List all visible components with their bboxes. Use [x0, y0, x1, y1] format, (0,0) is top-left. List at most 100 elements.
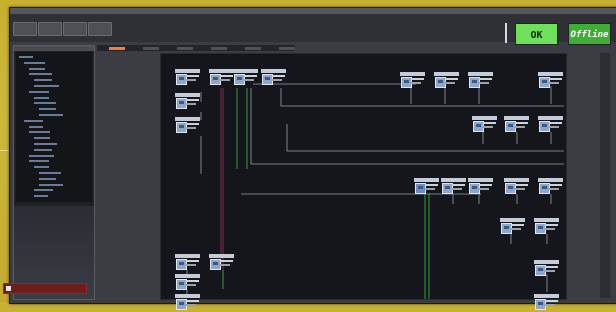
- toolbar-button-2[interactable]: [38, 22, 62, 36]
- node-header: [538, 72, 563, 76]
- sidebar-bottom-tab[interactable]: [3, 283, 87, 294]
- sidebar-header: [14, 46, 94, 51]
- tab-5[interactable]: [245, 47, 261, 50]
- sidebar-panel: [13, 45, 95, 300]
- tree-item[interactable]: [29, 160, 49, 163]
- node-label: [220, 75, 233, 77]
- node-sublabel: [220, 79, 230, 81]
- tab-icon: [6, 286, 11, 291]
- toolbar: OK Offline: [10, 14, 616, 45]
- tree-item[interactable]: [34, 143, 57, 145]
- node-sublabel: [411, 82, 421, 84]
- node-header: [400, 72, 425, 76]
- tree-item[interactable]: [34, 195, 48, 198]
- device-node[interactable]: [504, 116, 529, 134]
- node-sublabel: [244, 79, 254, 81]
- network-diagram-canvas[interactable]: [160, 53, 567, 310]
- node-header: [504, 178, 529, 182]
- status-indicator-secondary: Offline: [568, 23, 611, 45]
- tree-item[interactable]: [29, 154, 54, 157]
- node-sublabel: [272, 79, 282, 81]
- device-node[interactable]: [472, 116, 497, 134]
- toolbar-button-3[interactable]: [63, 22, 87, 36]
- tree-item[interactable]: [24, 61, 45, 64]
- node-label: [511, 224, 524, 226]
- node-header: [468, 178, 493, 182]
- node-header: [209, 69, 234, 73]
- device-node[interactable]: [504, 178, 529, 196]
- device-node[interactable]: [175, 254, 200, 272]
- tree-item[interactable]: [39, 177, 56, 180]
- tree-item[interactable]: [39, 183, 63, 186]
- node-label: [545, 266, 558, 268]
- device-node[interactable]: [500, 218, 525, 236]
- tree-item[interactable]: [34, 96, 49, 99]
- device-node[interactable]: [434, 72, 459, 90]
- node-label: [452, 184, 465, 186]
- node-header: [538, 116, 563, 120]
- tab-3[interactable]: [177, 47, 193, 50]
- device-node[interactable]: [538, 178, 563, 196]
- tree-item[interactable]: [39, 114, 63, 116]
- device-node[interactable]: [468, 178, 493, 196]
- tree-item[interactable]: [34, 148, 52, 151]
- device-node[interactable]: [534, 218, 559, 236]
- node-label: [272, 75, 285, 77]
- tree-item[interactable]: [34, 137, 50, 140]
- device-node[interactable]: [538, 72, 563, 90]
- node-sublabel: [186, 264, 196, 266]
- node-label: [479, 184, 492, 186]
- device-node[interactable]: [175, 93, 200, 111]
- node-sublabel: [220, 264, 230, 266]
- tab-6[interactable]: [279, 47, 295, 50]
- toolbar-button-4[interactable]: [88, 22, 112, 36]
- device-node[interactable]: [441, 178, 466, 196]
- tree-item[interactable]: [34, 166, 49, 169]
- device-node[interactable]: [414, 178, 439, 196]
- status-secondary-value: Offline: [570, 30, 609, 40]
- device-node[interactable]: [468, 72, 493, 90]
- tree-item[interactable]: [29, 67, 45, 70]
- device-node[interactable]: [261, 69, 286, 87]
- tree-item[interactable]: [29, 90, 49, 93]
- device-node[interactable]: [538, 116, 563, 134]
- node-label: [483, 122, 496, 124]
- document-tabs: [97, 45, 295, 51]
- node-header: [472, 116, 497, 120]
- device-node[interactable]: [209, 69, 234, 87]
- device-node[interactable]: [534, 294, 559, 312]
- tab-1[interactable]: [109, 47, 125, 50]
- device-node[interactable]: [175, 117, 200, 135]
- node-sublabel: [186, 127, 196, 129]
- right-scroll-area[interactable]: [600, 53, 610, 298]
- tree-item[interactable]: [24, 119, 43, 122]
- node-sublabel: [186, 79, 196, 81]
- toolbar-button-1[interactable]: [13, 22, 37, 36]
- node-sublabel: [425, 188, 435, 190]
- device-node[interactable]: [175, 274, 200, 292]
- tree-item[interactable]: [34, 79, 52, 82]
- node-sublabel: [483, 126, 493, 128]
- device-node[interactable]: [175, 294, 200, 312]
- tree-item[interactable]: [29, 73, 52, 76]
- device-node[interactable]: [209, 254, 234, 272]
- device-node[interactable]: [175, 69, 200, 87]
- tab-4[interactable]: [211, 47, 227, 50]
- node-sublabel: [186, 284, 196, 286]
- tree-item[interactable]: [39, 172, 61, 174]
- node-sublabel: [545, 228, 555, 230]
- node-label: [549, 122, 562, 124]
- device-tree[interactable]: [16, 52, 92, 202]
- tree-item[interactable]: [34, 85, 59, 87]
- tree-item[interactable]: [39, 108, 56, 111]
- tree-item[interactable]: [29, 125, 43, 128]
- tree-item[interactable]: [34, 102, 56, 105]
- device-node[interactable]: [534, 260, 559, 278]
- device-node[interactable]: [400, 72, 425, 90]
- node-header: [233, 69, 258, 73]
- tree-item[interactable]: [19, 56, 33, 58]
- tree-item[interactable]: [29, 131, 50, 134]
- tree-item[interactable]: [34, 189, 53, 192]
- device-node[interactable]: [233, 69, 258, 87]
- tab-2[interactable]: [143, 47, 159, 50]
